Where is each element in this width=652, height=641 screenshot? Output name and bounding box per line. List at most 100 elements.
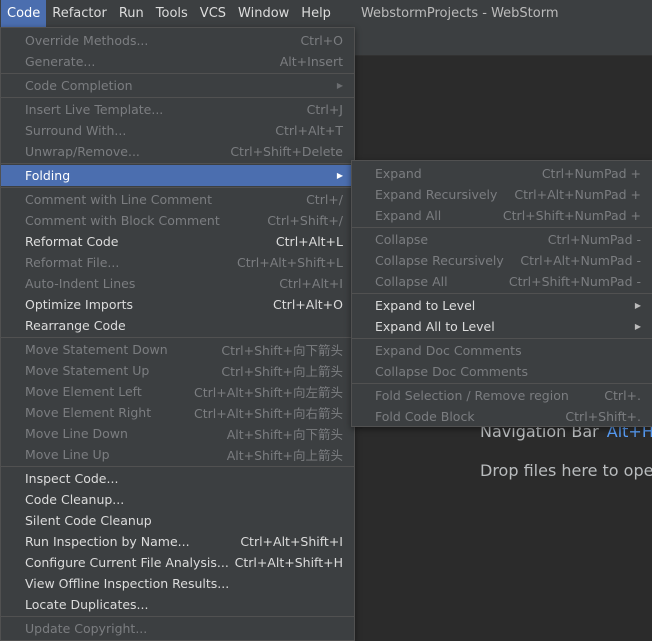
menu-run[interactable]: Run [113, 0, 150, 27]
menu-separator [352, 227, 652, 228]
menu-item-expand-all[interactable]: Expand All Ctrl+Shift+NumPad + [352, 205, 652, 226]
menu-item-collapse[interactable]: Collapse Ctrl+NumPad - [352, 229, 652, 250]
menu-item-label: Move Line Up [25, 447, 110, 462]
menu-item-expand-doc-comments[interactable]: Expand Doc Comments [352, 340, 652, 361]
menu-item-label: Auto-Indent Lines [25, 276, 136, 291]
menu-item-label: Move Element Right [25, 405, 152, 420]
menu-item-label: Code Completion [25, 78, 133, 93]
menu-item-update-copyright[interactable]: Update Copyright... [1, 618, 354, 639]
menu-item-label: Expand Recursively [375, 187, 498, 202]
menu-vcs[interactable]: VCS [194, 0, 232, 27]
folding-submenu: Expand Ctrl+NumPad + Expand Recursively Ctr… [351, 160, 652, 427]
code-menu: Override Methods... Ctrl+O Generate... Alt+… [0, 27, 355, 641]
menu-item-folding[interactable]: Folding ▶ [1, 165, 354, 186]
menu-window[interactable]: Window [232, 0, 295, 27]
menu-item-override-methods[interactable]: Override Methods... Ctrl+O [1, 30, 354, 51]
menu-item-run-inspection-by-name[interactable]: Run Inspection by Name... Ctrl+Alt+Shift+… [1, 531, 354, 552]
menu-item-shortcut: Ctrl+Alt+Shift+向左箭头 [194, 385, 343, 400]
chevron-right-icon: ▶ [634, 301, 641, 310]
menu-item-label: Reformat File... [25, 255, 120, 270]
menu-item-expand-to-level[interactable]: Expand to Level ▶ [352, 295, 652, 316]
menu-item-label: Move Statement Up [25, 363, 150, 378]
menu-item-insert-live-template[interactable]: Insert Live Template... Ctrl+J [1, 99, 354, 120]
menu-item-reformat-file[interactable]: Reformat File... Ctrl+Alt+Shift+L [1, 252, 354, 273]
menu-item-surround-with[interactable]: Surround With... Ctrl+Alt+T [1, 120, 354, 141]
menu-item-label: Fold Code Block [375, 409, 475, 424]
menu-item-expand-recursively[interactable]: Expand Recursively Ctrl+Alt+NumPad + [352, 184, 652, 205]
menu-item-label: Folding [25, 168, 71, 183]
menu-item-shortcut: Ctrl+Alt+NumPad + [514, 187, 641, 202]
menu-item-label: Update Copyright... [25, 621, 148, 636]
menu-item-shortcut: Ctrl+Alt+L [275, 234, 343, 249]
menu-item-label: Override Methods... [25, 33, 149, 48]
menu-item-label: Move Statement Down [25, 342, 168, 357]
menu-item-label: Insert Live Template... [25, 102, 164, 117]
menu-item-inspect-code[interactable]: Inspect Code... [1, 468, 354, 489]
menu-item-label: Expand All [375, 208, 442, 223]
menu-item-shortcut: Ctrl+Shift+NumPad - [508, 274, 641, 289]
menu-item-auto-indent-lines[interactable]: Auto-Indent Lines Ctrl+Alt+I [1, 273, 354, 294]
menu-bar: Code Refactor Run Tools VCS Window Help … [0, 0, 652, 27]
menu-separator [1, 616, 354, 617]
menu-item-label: Collapse Recursively [375, 253, 504, 268]
menu-item-move-line-down[interactable]: Move Line Down Alt+Shift+向下箭头 [1, 423, 354, 444]
menu-help[interactable]: Help [295, 0, 337, 27]
menu-item-move-line-up[interactable]: Move Line Up Alt+Shift+向上箭头 [1, 444, 354, 465]
menu-item-shortcut: Ctrl+Alt+NumPad - [520, 253, 641, 268]
menu-item-fold-selection-remove-region[interactable]: Fold Selection / Remove region Ctrl+. [352, 385, 652, 406]
menu-item-shortcut: Ctrl+Alt+Shift+向右箭头 [194, 406, 343, 421]
menu-item-shortcut: Ctrl+Shift+. [565, 409, 641, 424]
menu-item-label: Move Element Left [25, 384, 142, 399]
menu-item-locate-duplicates[interactable]: Locate Duplicates... [1, 594, 354, 615]
menu-item-shortcut: Ctrl+/ [306, 192, 343, 207]
chevron-right-icon: ▶ [634, 322, 641, 331]
menu-refactor[interactable]: Refactor [46, 0, 113, 27]
menu-item-shortcut: Ctrl+Alt+T [275, 123, 343, 138]
menu-item-move-statement-down[interactable]: Move Statement Down Ctrl+Shift+向下箭头 [1, 339, 354, 360]
menu-item-expand[interactable]: Expand Ctrl+NumPad + [352, 163, 652, 184]
chevron-right-icon: ▶ [336, 81, 343, 90]
menu-item-comment-with-line-comment[interactable]: Comment with Line Comment Ctrl+/ [1, 189, 354, 210]
menu-item-label: Fold Selection / Remove region [375, 388, 569, 403]
menu-item-shortcut: Ctrl+J [306, 102, 343, 117]
menu-item-shortcut: Ctrl+. [604, 388, 641, 403]
menu-item-unwrap-remove[interactable]: Unwrap/Remove... Ctrl+Shift+Delete [1, 141, 354, 162]
menu-item-shortcut: Alt+Shift+向下箭头 [226, 427, 343, 442]
menu-separator [1, 187, 354, 188]
menu-item-code-completion[interactable]: Code Completion ▶ [1, 75, 354, 96]
menu-item-collapse-doc-comments[interactable]: Collapse Doc Comments [352, 361, 652, 382]
menu-item-move-element-left[interactable]: Move Element Left Ctrl+Alt+Shift+向左箭头 [1, 381, 354, 402]
drop-files-hint: Drop files here to open [480, 461, 652, 480]
menu-code[interactable]: Code [1, 0, 47, 27]
menu-item-expand-all-to-level[interactable]: Expand All to Level ▶ [352, 316, 652, 337]
menu-item-shortcut: Ctrl+NumPad - [547, 232, 641, 247]
menu-item-label: Locate Duplicates... [25, 597, 149, 612]
menu-item-shortcut: Ctrl+Alt+Shift+L [237, 255, 343, 270]
menu-item-shortcut: Ctrl+Shift+向上箭头 [221, 364, 343, 379]
menu-item-move-element-right[interactable]: Move Element Right Ctrl+Alt+Shift+向右箭头 [1, 402, 354, 423]
menu-item-view-offline-inspection-results[interactable]: View Offline Inspection Results... [1, 573, 354, 594]
menu-item-silent-code-cleanup[interactable]: Silent Code Cleanup [1, 510, 354, 531]
menu-item-comment-with-block-comment[interactable]: Comment with Block Comment Ctrl+Shift+/ [1, 210, 354, 231]
menu-tools[interactable]: Tools [150, 0, 194, 27]
menu-item-move-statement-up[interactable]: Move Statement Up Ctrl+Shift+向上箭头 [1, 360, 354, 381]
menu-item-shortcut: Ctrl+Alt+O [273, 297, 343, 312]
menu-item-generate[interactable]: Generate... Alt+Insert [1, 51, 354, 72]
menu-separator [352, 383, 652, 384]
menu-item-rearrange-code[interactable]: Rearrange Code [1, 315, 354, 336]
menu-item-fold-code-block[interactable]: Fold Code Block Ctrl+Shift+. [352, 406, 652, 427]
menu-item-label: Unwrap/Remove... [25, 144, 140, 159]
menu-item-configure-current-file-analysis[interactable]: Configure Current File Analysis... Ctrl+A… [1, 552, 354, 573]
menu-item-reformat-code[interactable]: Reformat Code Ctrl+Alt+L [1, 231, 354, 252]
window-title: WebstormProjects - WebStorm [360, 6, 559, 21]
menu-item-code-cleanup[interactable]: Code Cleanup... [1, 489, 354, 510]
menu-item-collapse-all[interactable]: Collapse All Ctrl+Shift+NumPad - [352, 271, 652, 292]
menu-item-label: Surround With... [25, 123, 127, 138]
menu-item-label: Silent Code Cleanup [25, 513, 152, 528]
menu-separator [352, 338, 652, 339]
menu-item-optimize-imports[interactable]: Optimize Imports Ctrl+Alt+O [1, 294, 354, 315]
menu-item-collapse-recursively[interactable]: Collapse Recursively Ctrl+Alt+NumPad - [352, 250, 652, 271]
menu-item-label: Generate... [25, 54, 96, 69]
menu-item-label: Expand to Level [375, 298, 476, 313]
menu-item-shortcut: Ctrl+Shift+/ [267, 213, 343, 228]
